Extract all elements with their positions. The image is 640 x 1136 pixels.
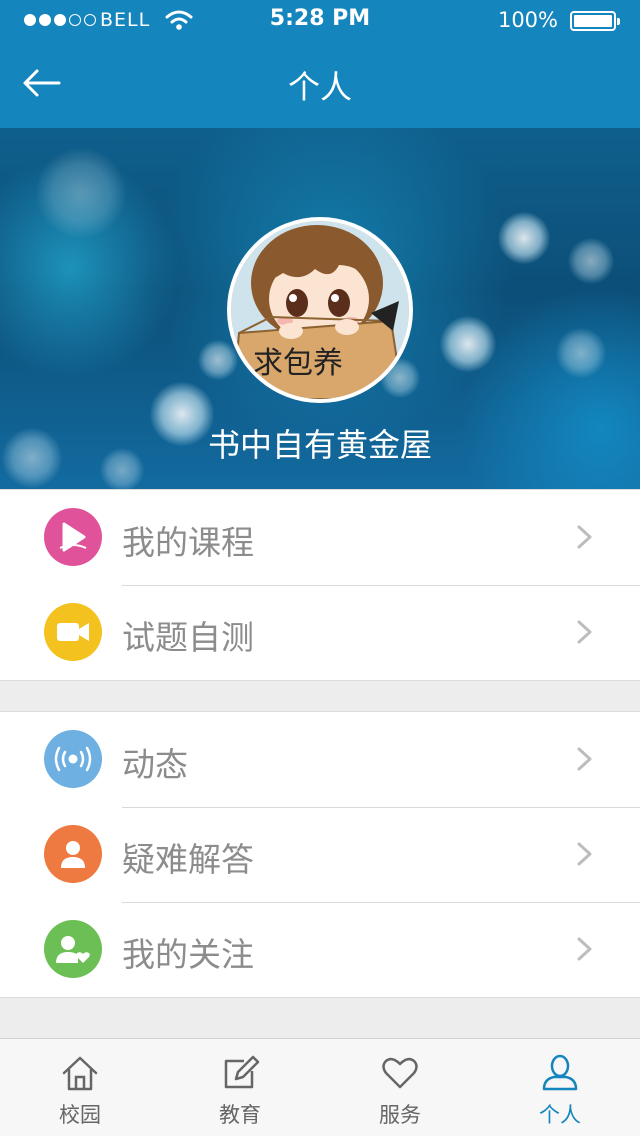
chevron-right-icon [577, 937, 592, 961]
video-camera-icon [44, 603, 102, 661]
status-bar: BELL 5:28 PM 100% [0, 0, 640, 40]
menu-item-label: 动态 [122, 745, 188, 784]
profile-banner: 求包养 书中自有黄金屋 [0, 128, 640, 490]
avatar-image: 求包养 [231, 221, 409, 399]
menu-item-label: 我的课程 [122, 523, 254, 562]
chevron-right-icon [577, 525, 592, 549]
tab-label: 校园 [59, 1103, 101, 1127]
menu-item-label: 我的关注 [122, 935, 254, 974]
person-heart-icon [44, 920, 102, 978]
battery-percent: 100% [497, 8, 558, 32]
menu-item-my-courses[interactable]: 我的课程 [0, 490, 640, 585]
username: 书中自有黄金屋 [207, 426, 432, 464]
tab-education[interactable]: 教育 [160, 1039, 320, 1136]
page-title: 个人 [287, 68, 352, 106]
tab-label: 服务 [379, 1103, 421, 1127]
avatar[interactable]: 求包养 [227, 217, 413, 403]
broadcast-icon [44, 730, 102, 788]
chevron-right-icon [577, 842, 592, 866]
menu-item-label: 试题自测 [122, 618, 254, 657]
tab-label: 个人 [539, 1103, 581, 1127]
chevron-right-icon [577, 620, 592, 644]
menu-group-2: 动态 疑难解答 我的关注 [0, 711, 640, 998]
heart-icon [382, 1057, 418, 1089]
top-bar: BELL 5:28 PM 100% 个人 [0, 0, 640, 128]
edit-icon [224, 1055, 260, 1089]
play-bell-icon [44, 508, 102, 566]
menu-item-qa[interactable]: 疑难解答 [0, 807, 640, 902]
menu-group-1: 我的课程 试题自测 [0, 489, 640, 681]
screen: BELL 5:28 PM 100% 个人 求包养 书中自有黄金屋 我的课程 试题… [0, 0, 640, 1136]
avatar-box-text: 求包养 [253, 346, 343, 381]
person-icon [44, 825, 102, 883]
user-icon [542, 1054, 578, 1091]
tab-personal[interactable]: 个人 [480, 1039, 640, 1136]
battery-icon [570, 11, 620, 31]
home-icon [62, 1056, 98, 1091]
menu-item-self-test[interactable]: 试题自测 [0, 585, 640, 680]
chevron-right-icon [577, 747, 592, 771]
menu-item-label: 疑难解答 [122, 840, 254, 879]
menu-item-following[interactable]: 我的关注 [0, 902, 640, 997]
menu-item-activity[interactable]: 动态 [0, 712, 640, 807]
tab-campus[interactable]: 校园 [0, 1039, 160, 1136]
tab-bar: 校园 教育 服务 个人 [0, 1038, 640, 1136]
tab-service[interactable]: 服务 [320, 1039, 480, 1136]
tab-label: 教育 [219, 1103, 261, 1127]
